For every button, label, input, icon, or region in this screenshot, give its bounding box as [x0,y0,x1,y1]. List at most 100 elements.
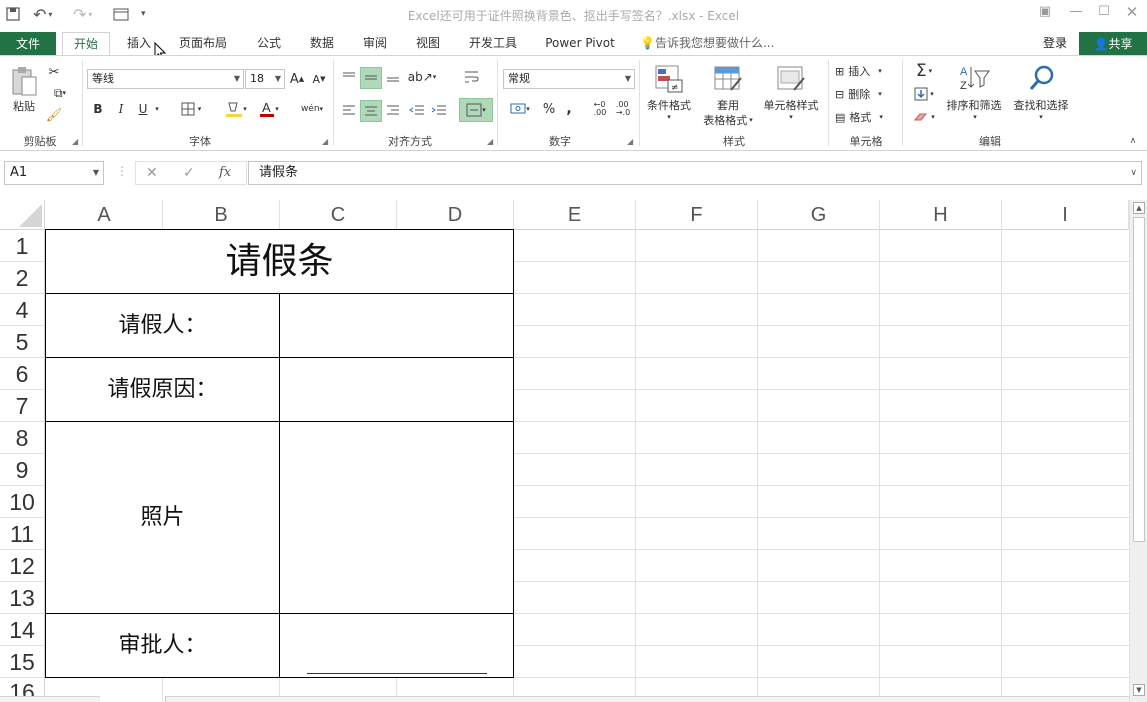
align-left-icon[interactable] [341,101,357,119]
cell-styles-button[interactable]: 单元格样式 [756,97,826,113]
column-header-f[interactable]: F [636,200,758,230]
minimize-icon[interactable]: — [1066,4,1086,20]
sort-filter-icon[interactable]: AZ [957,62,991,94]
column-header-c[interactable]: C [280,200,397,230]
cut-icon[interactable]: ✂ [46,64,62,80]
sort-filter-button[interactable]: 排序和筛选 [942,97,1006,113]
font-color-icon[interactable]: A ▾ [254,99,284,119]
tab-page-layout[interactable]: 页面布局 [172,32,234,56]
cell-styles-icon[interactable] [774,62,808,96]
align-right-icon[interactable] [385,101,401,119]
cell-c14-merged[interactable] [279,613,514,678]
tab-file[interactable]: 文件 [0,32,56,56]
cell-c4-merged[interactable] [279,293,514,358]
column-header-g[interactable]: G [758,200,880,230]
row-header-13[interactable]: 13 [0,582,45,614]
select-all-corner[interactable] [0,200,45,230]
tab-review[interactable]: 审阅 [354,32,396,56]
italic-button[interactable]: I [113,100,129,118]
collapse-ribbon-icon[interactable]: ∧ [1126,134,1140,148]
name-box[interactable]: A1 ▼ [4,161,104,185]
alignment-launcher-icon[interactable]: ◢ [487,137,493,146]
tab-developer[interactable]: 开发工具 [462,32,524,56]
orientation-icon[interactable]: ab↗ ▾ [408,68,437,86]
row-header-7[interactable]: 7 [0,390,45,422]
autosum-icon[interactable]: Σ ▾ [908,61,940,81]
increase-decimal-icon[interactable]: ←0.00 [591,100,609,118]
row-header-2[interactable]: 2 [0,262,45,294]
currency-icon[interactable]: ▾ [505,100,535,118]
comma-button[interactable]: , [562,100,576,118]
find-select-dropdown-icon[interactable]: ▾ [1036,112,1046,122]
number-format-dropdown[interactable]: 常规 ▼ [503,69,635,89]
maximize-icon[interactable]: ☐ [1094,4,1114,20]
number-launcher-icon[interactable]: ◢ [627,137,633,146]
row-header-9[interactable]: 9 [0,454,45,486]
tab-view[interactable]: 视图 [407,32,449,56]
increase-indent-icon[interactable] [430,101,448,119]
font-name-dropdown[interactable]: 等线 ▼ [87,69,244,89]
bold-button[interactable]: B [90,100,106,118]
align-center-icon[interactable] [360,100,382,122]
worksheet-grid[interactable]: A B C D E F G H I 1 2 4 5 6 7 8 9 10 11 … [0,200,1129,702]
row-header-1[interactable]: 1 [0,230,45,262]
insert-cells-button[interactable]: ⊞ 插入 ▾ [835,62,897,80]
format-as-table-icon[interactable] [711,62,745,96]
formula-input[interactable]: 请假条 ∨ [248,161,1142,185]
format-painter-icon[interactable]: 🖌 [46,107,63,123]
sort-filter-dropdown-icon[interactable]: ▾ [970,112,980,122]
column-header-b[interactable]: B [163,200,280,230]
row-header-8[interactable]: 8 [0,422,45,454]
conditional-format-icon[interactable]: ≠ [652,62,686,96]
share-button[interactable]: 👤共享 [1079,32,1147,56]
merge-center-icon[interactable]: ▾ [459,98,493,122]
ribbon-display-icon[interactable]: ▣ [1035,4,1055,20]
row-header-5[interactable]: 5 [0,326,45,358]
column-header-e[interactable]: E [514,200,636,230]
scroll-down-icon[interactable]: ▼ [1133,684,1145,696]
cell-a4-merged[interactable]: 请假人： [45,293,280,358]
decrease-decimal-icon[interactable]: .00 →.0 [614,100,632,118]
format-as-table-dropdown-icon[interactable]: ▾ [749,116,753,124]
phonetic-icon[interactable]: wén ▾ [297,99,327,119]
cell-a6-merged[interactable]: 请假原因： [45,357,280,422]
row-header-15[interactable]: 15 [0,646,45,678]
clipboard-launcher-icon[interactable]: ◢ [72,137,78,146]
find-select-icon[interactable] [1025,62,1059,94]
fill-icon[interactable]: ▾ [908,84,940,104]
row-header-12[interactable]: 12 [0,550,45,582]
wrap-text-icon[interactable] [463,68,481,86]
align-middle-icon[interactable] [360,67,382,89]
underline-button[interactable]: U [135,100,151,118]
expand-formula-icon[interactable]: ∨ [1130,162,1137,184]
align-top-icon[interactable] [341,68,357,86]
conditional-format-button[interactable]: 条件格式 [642,97,696,113]
cell-a1-merged[interactable]: 请假条 [45,229,514,294]
font-launcher-icon[interactable]: ◢ [322,137,328,146]
copy-icon[interactable]: ⧉ ▾ [46,85,74,101]
paste-button[interactable]: 粘贴 [7,98,41,114]
cell-c6-merged[interactable] [279,357,514,422]
cell-c8-merged[interactable] [279,421,514,614]
scroll-up-icon[interactable]: ▲ [1133,202,1145,214]
fill-color-icon[interactable]: ▾ [220,99,252,119]
name-box-dropdown-icon[interactable]: ▼ [93,162,99,184]
column-header-d[interactable]: D [397,200,514,230]
font-size-dropdown[interactable]: 18 ▼ [245,69,285,89]
format-as-table-button[interactable]: 套用 [708,97,748,113]
cell-styles-dropdown-icon[interactable]: ▾ [786,112,796,122]
close-icon[interactable]: ✕ [1122,4,1142,20]
underline-dropdown-icon[interactable]: ▾ [152,100,162,118]
format-cells-button[interactable]: ▤ 格式 ▾ [835,108,897,126]
percent-button[interactable]: % [540,100,558,118]
increase-font-icon[interactable]: A ▲ [289,70,305,88]
borders-icon[interactable]: ▾ [176,100,206,118]
row-header-6[interactable]: 6 [0,358,45,390]
tab-power-pivot[interactable]: Power Pivot [540,32,620,56]
tab-formulas[interactable]: 公式 [248,32,290,56]
scrollbar-thumb[interactable] [1133,217,1145,542]
enter-icon[interactable]: ✓ [183,165,195,181]
conditional-format-dropdown-icon[interactable]: ▾ [664,112,674,122]
cancel-icon[interactable]: ✕ [146,165,158,181]
decrease-font-icon[interactable]: A ▼ [311,70,327,88]
